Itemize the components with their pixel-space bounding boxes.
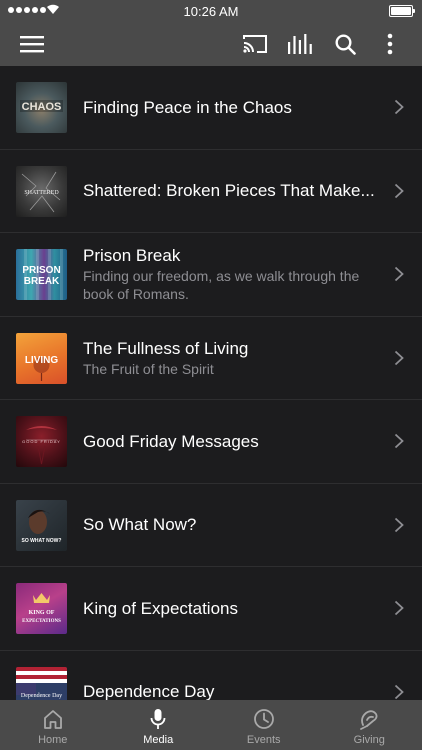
chevron-right-icon (394, 601, 404, 616)
tab-media[interactable]: Media (106, 700, 212, 750)
tab-home[interactable]: Home (0, 700, 106, 750)
series-thumbnail: PRISON BREAK (16, 249, 67, 300)
top-navbar (0, 22, 422, 66)
microphone-icon (150, 709, 166, 729)
series-row[interactable]: Dependence Day Dependence Day (0, 651, 422, 700)
series-title: Finding Peace in the Chaos (83, 97, 292, 117)
series-thumbnail: Dependence Day (16, 666, 67, 700)
series-list: CHAOS Finding Peace in the Chaos SHATTER… (0, 66, 422, 700)
series-thumbnail: SHATTERED (16, 165, 67, 217)
thumb-text: Dependence Day (21, 693, 62, 699)
series-row[interactable]: PRISON BREAK Prison Break Finding our fr… (0, 233, 422, 317)
chevron-right-icon (394, 100, 404, 115)
more-vertical-icon (387, 33, 393, 55)
home-icon (43, 710, 62, 729)
series-thumbnail: SO WHAT NOW? (16, 499, 67, 551)
series-row[interactable]: LIVING The Fullness of Living The Fruit … (0, 317, 422, 400)
series-subtitle: Finding our freedom, as we walk through … (83, 268, 360, 303)
thumb-text: SHATTERED (24, 190, 59, 196)
series-title: Shattered: Broken Pieces That Make... (83, 181, 375, 201)
series-row[interactable]: KING OF EXPECTATIONS King of Expectation… (0, 567, 422, 651)
tab-label: Media (143, 734, 174, 746)
chevron-right-icon (394, 183, 404, 198)
cast-icon (243, 35, 267, 53)
series-title: King of Expectations (83, 598, 238, 618)
chevron-right-icon (394, 684, 404, 699)
more-button[interactable] (368, 22, 412, 66)
series-subtitle: The Fruit of the Spirit (83, 360, 214, 377)
series-row[interactable]: CHAOS Finding Peace in the Chaos (0, 66, 422, 150)
thumb-text: GOOD FRIDAY (22, 439, 61, 444)
chevron-right-icon (394, 267, 404, 282)
tab-label: Giving (353, 734, 385, 746)
thumb-text: SO WHAT NOW? (22, 538, 62, 544)
clock-icon (253, 709, 274, 729)
series-row[interactable]: SHATTERED Shattered: Broken Pieces That … (0, 150, 422, 233)
menu-icon (20, 36, 44, 53)
search-icon (334, 33, 356, 55)
tab-giving[interactable]: Giving (317, 700, 422, 750)
series-title: Good Friday Messages (83, 431, 259, 451)
series-title: Dependence Day (83, 682, 215, 700)
equalizer-icon (288, 34, 312, 54)
series-title: So What Now? (83, 515, 197, 535)
tab-label: Events (246, 734, 281, 746)
svg-text:PRISON: PRISON (22, 265, 60, 276)
series-thumbnail: CHAOS (16, 82, 67, 133)
chevron-right-icon (394, 434, 404, 449)
battery-icon (389, 5, 415, 17)
tab-events[interactable]: Events (211, 700, 317, 750)
svg-text:BREAK: BREAK (24, 276, 60, 287)
cast-button[interactable] (233, 22, 277, 66)
series-thumbnail: LIVING (16, 332, 67, 384)
series-thumbnail: GOOD FRIDAY (16, 416, 67, 467)
series-title: The Fullness of Living (83, 338, 249, 358)
search-button[interactable] (323, 22, 367, 66)
status-bar: 10:26 AM (0, 0, 422, 22)
series-row[interactable]: SO WHAT NOW? So What Now? (0, 484, 422, 567)
series-row[interactable]: GOOD FRIDAY Good Friday Messages (0, 400, 422, 484)
chevron-right-icon (394, 350, 404, 365)
audio-button[interactable] (278, 22, 322, 66)
tab-bar: Home Media Events Giving (0, 700, 422, 750)
status-time: 10:26 AM (183, 4, 239, 19)
tab-label: Home (38, 734, 68, 746)
svg-text:EXPECTATIONS: EXPECTATIONS (22, 619, 61, 624)
series-thumbnail: KING OF EXPECTATIONS (16, 583, 67, 634)
series-title: Prison Break (83, 246, 181, 266)
svg-text:KING OF: KING OF (29, 610, 55, 616)
thumb-text: CHAOS (22, 101, 62, 113)
chevron-right-icon (394, 517, 404, 532)
thumb-text: LIVING (25, 355, 59, 366)
giving-icon (360, 710, 378, 730)
menu-button[interactable] (10, 22, 54, 66)
